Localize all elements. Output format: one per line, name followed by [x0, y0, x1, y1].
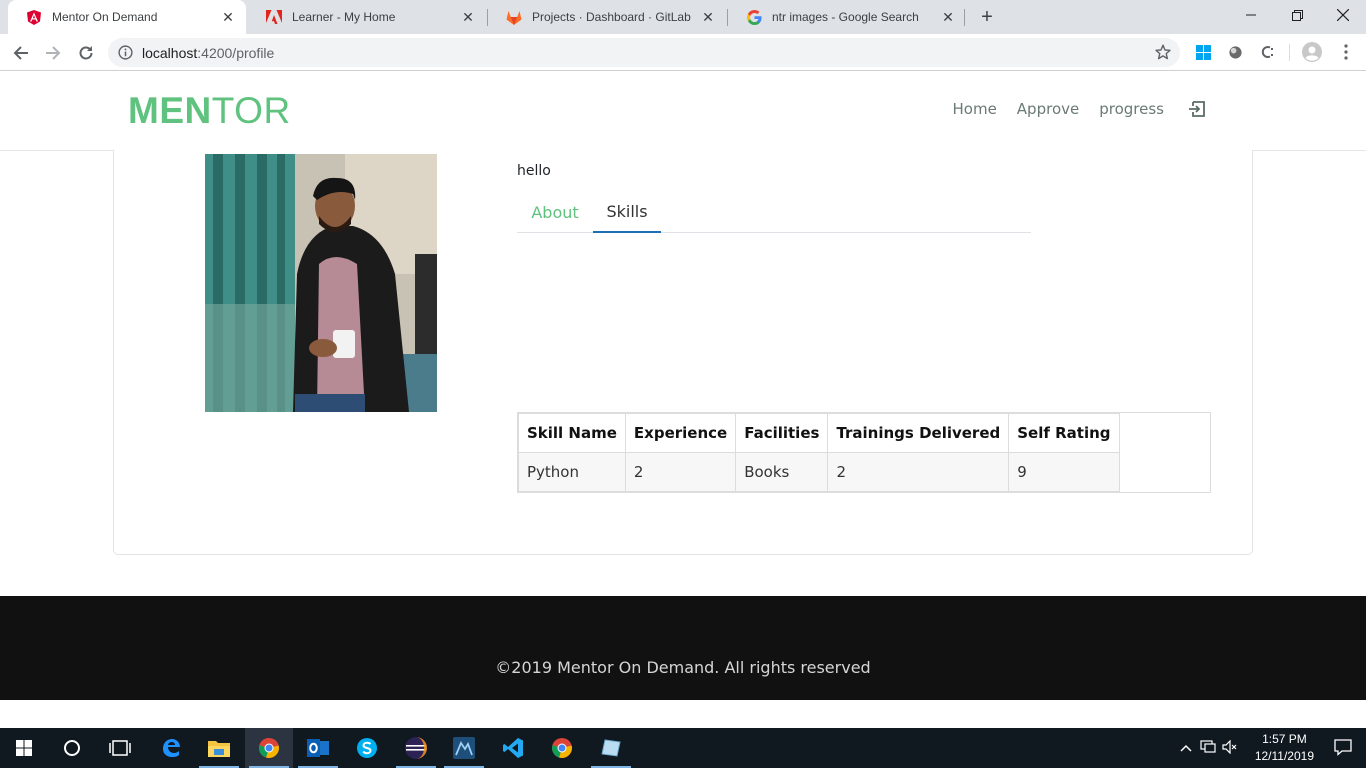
browser-tab-title: ntr images - Google Search: [772, 10, 919, 24]
mentor-logo[interactable]: MENTOR: [128, 90, 291, 132]
outlook-icon[interactable]: [294, 728, 342, 768]
browser-toolbar: localhost:4200/profile: [0, 34, 1366, 71]
google-icon: [746, 9, 762, 25]
table-row: Python 2 Books 2 9: [518, 452, 1120, 492]
mysql-workbench-icon[interactable]: [440, 728, 488, 768]
clock-date: 12/11/2019: [1254, 749, 1314, 763]
windows-taskbar: 1:57 PM 12/11/2019: [0, 728, 1366, 768]
address-text: localhost:4200/profile: [142, 45, 274, 61]
skills-table-container: Skill Name Experience Facilities Trainin…: [517, 412, 1211, 493]
nav-home-link[interactable]: Home: [953, 100, 997, 118]
browser-tab-title: Learner - My Home: [292, 10, 396, 24]
browser-tab-google[interactable]: ntr images - Google Search ✕: [728, 0, 966, 34]
table-cell: Books: [735, 452, 829, 492]
tab-skills[interactable]: Skills: [593, 191, 661, 233]
toolbar-divider: [1289, 44, 1290, 61]
browser-tab-title: Mentor On Demand: [52, 10, 158, 24]
tab-about[interactable]: About: [517, 191, 593, 233]
extension-circle-icon[interactable]: [1226, 43, 1244, 61]
windows-extension-icon[interactable]: [1194, 43, 1212, 61]
browser-tab-mentor[interactable]: Mentor On Demand ✕: [8, 0, 246, 34]
tab-separator: [964, 9, 965, 26]
browser-tab-title: Projects · Dashboard · GitLab: [532, 10, 691, 24]
restore-button[interactable]: [1274, 0, 1320, 30]
info-icon[interactable]: [118, 45, 133, 65]
close-icon[interactable]: ✕: [460, 9, 476, 25]
chrome-icon[interactable]: [538, 728, 586, 768]
profile-avatar-icon[interactable]: [1302, 42, 1322, 62]
close-icon[interactable]: ✕: [700, 9, 716, 25]
app-icon[interactable]: [587, 728, 635, 768]
table-cell: 9: [1008, 452, 1120, 492]
column-header: Trainings Delivered: [827, 413, 1010, 453]
logout-icon[interactable]: [1186, 98, 1208, 120]
table-cell: Python: [518, 452, 626, 492]
minimize-button[interactable]: [1228, 0, 1274, 30]
logo-bold: MEN: [128, 90, 212, 131]
address-bar[interactable]: localhost:4200/profile: [108, 38, 1180, 67]
system-tray: [1180, 728, 1238, 768]
profile-card: hello About Skills Skill Name Experience…: [113, 150, 1253, 555]
browser-tab-gitlab[interactable]: Projects · Dashboard · GitLab ✕: [488, 0, 726, 34]
angular-icon: [26, 9, 42, 25]
skype-icon[interactable]: [343, 728, 391, 768]
table-cell: 2: [624, 452, 737, 492]
column-header: Skill Name: [518, 413, 626, 453]
chevron-up-icon[interactable]: [1180, 741, 1192, 755]
edge-icon[interactable]: [147, 728, 195, 768]
network-icon[interactable]: [1200, 739, 1216, 757]
nav-approve-link[interactable]: Approve: [1017, 100, 1079, 118]
close-window-button[interactable]: [1320, 0, 1366, 30]
browser-tab-learner[interactable]: Learner - My Home ✕: [248, 0, 486, 34]
nav-links: Home Approve progress: [933, 98, 1209, 120]
address-host: localhost: [142, 45, 198, 61]
search-icon[interactable]: [48, 728, 96, 768]
table-cell: 2: [827, 452, 1010, 492]
gitlab-icon: [506, 9, 522, 25]
eclipse-icon[interactable]: [392, 728, 440, 768]
table-header-row: Skill Name Experience Facilities Trainin…: [518, 413, 1120, 453]
taskbar-clock[interactable]: 1:57 PM 12/11/2019: [1255, 731, 1314, 765]
speaker-muted-icon[interactable]: [1222, 739, 1238, 757]
page-viewport: MENTOR Home Approve progress hello About…: [0, 72, 1366, 728]
nav-progress-link[interactable]: progress: [1099, 100, 1164, 118]
page-footer: ©2019 Mentor On Demand. All rights reser…: [0, 596, 1366, 700]
forward-button[interactable]: [40, 40, 66, 66]
profile-greeting: hello: [517, 163, 551, 179]
browser-tabstrip: Mentor On Demand ✕ Learner - My Home ✕ P…: [0, 0, 1366, 34]
column-header: Self Rating: [1008, 413, 1120, 453]
close-icon[interactable]: ✕: [940, 9, 956, 25]
logo-light: TOR: [211, 90, 291, 131]
browser-menu-icon[interactable]: [1337, 43, 1355, 61]
vscode-icon[interactable]: [489, 728, 537, 768]
bookmark-star-icon[interactable]: [1155, 44, 1171, 65]
close-icon[interactable]: ✕: [220, 9, 236, 25]
skills-table: Skill Name Experience Facilities Trainin…: [518, 413, 1120, 492]
profile-tabs: About Skills: [517, 191, 1031, 233]
app-navbar: MENTOR Home Approve progress: [0, 72, 1366, 151]
column-header: Facilities: [735, 413, 829, 453]
column-header: Experience: [624, 413, 737, 453]
address-path: :4200/profile: [197, 45, 275, 61]
extension-c-icon[interactable]: [1258, 43, 1276, 61]
profile-photo: [205, 154, 437, 412]
notification-icon[interactable]: [1334, 738, 1352, 761]
clock-time: 1:57 PM: [1262, 732, 1307, 746]
task-view-icon[interactable]: [96, 728, 144, 768]
reload-button[interactable]: [73, 40, 99, 66]
adobe-icon: [266, 9, 282, 25]
chrome-taskbar-icon[interactable]: [245, 728, 293, 768]
new-tab-button[interactable]: +: [976, 6, 998, 28]
windows-start-icon[interactable]: [0, 728, 48, 768]
file-explorer-icon[interactable]: [195, 728, 243, 768]
back-button[interactable]: [8, 40, 34, 66]
footer-copyright: ©2019 Mentor On Demand. All rights reser…: [495, 658, 871, 677]
